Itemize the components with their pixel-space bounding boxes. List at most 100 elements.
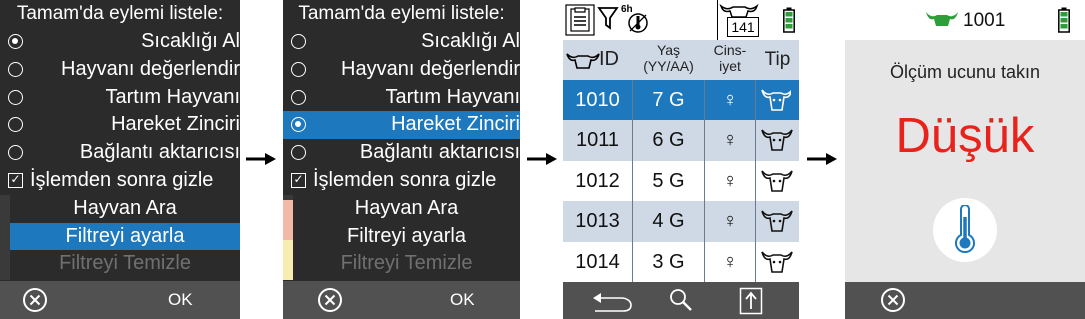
menu-item[interactable]: Hareket Zinciri: [283, 111, 520, 140]
softkey-bar: OK: [0, 281, 240, 319]
softkey-bar: [563, 282, 799, 319]
menu-item-label: Filtreyi ayarla: [347, 224, 466, 247]
cell-id: 1010: [575, 89, 620, 111]
menu-title: Tamam'da eylemi listele:: [0, 0, 240, 28]
cell-sex: ♀: [722, 169, 738, 192]
menu-item[interactable]: Hayvan Ara: [293, 194, 520, 223]
menu-item[interactable]: Sıcaklığı Al: [283, 28, 520, 56]
ok-button[interactable]: OK: [450, 281, 475, 319]
menu-item-label: Hayvan Ara: [354, 196, 459, 219]
menu-item[interactable]: Hayvanı değerlendir: [0, 55, 240, 84]
radio-button[interactable]: [8, 145, 23, 161]
menu-item[interactable]: Hayvanı değerlendir: [283, 55, 520, 84]
checkbox[interactable]: ✓: [291, 172, 306, 188]
menu-item[interactable]: ✓ İşlemden sonra gizle: [0, 166, 240, 195]
menu-item[interactable]: Tartım Hayvanı: [283, 83, 520, 112]
menu-item[interactable]: Filtreyi ayarla: [293, 222, 520, 251]
column-divider: [632, 80, 633, 282]
scrollbar-thumb[interactable]: [791, 80, 795, 102]
table-row[interactable]: 1014 3 G ♀: [563, 241, 799, 282]
radio-button[interactable]: [291, 145, 306, 161]
menu-item-label: İşlemden sonra gizle: [30, 168, 214, 191]
status-bar: 1001: [845, 0, 1085, 40]
table-row[interactable]: 1013 4 G ♀: [563, 201, 799, 242]
checkbox[interactable]: ✓: [8, 172, 23, 188]
status-divider: [717, 0, 718, 40]
menu-item-label: Hayvanı değerlendir: [61, 57, 240, 80]
menu-item[interactable]: Bağlantı aktarıcısı: [283, 139, 520, 167]
menu-item-label: Tartım Hayvanı: [105, 85, 240, 108]
temperature-probe-icon: [628, 13, 648, 33]
table-row[interactable]: 1012 5 G ♀: [563, 160, 799, 202]
cell-age: 6 G: [652, 129, 685, 152]
menu-item-label: Hayvanı değerlendir: [341, 57, 520, 80]
flow-arrow-icon: [807, 153, 837, 165]
radio-button[interactable]: [8, 117, 23, 133]
cell-id: 1012: [575, 169, 620, 192]
cow-head-icon: [761, 129, 793, 152]
status-bar: 6h 141: [563, 0, 799, 40]
cow-head-icon: [926, 12, 958, 26]
ok-button[interactable]: OK: [168, 281, 193, 319]
animal-list-panel: 6h 141 ID Yaş (YY/AA) Cins- iyet Tip 101…: [563, 0, 799, 319]
menu-item-label: Sıcaklığı Al: [141, 30, 240, 52]
menu-item[interactable]: Sıcaklığı Al: [0, 28, 240, 56]
animal-count: 141: [727, 17, 759, 37]
search-icon[interactable]: [668, 287, 694, 313]
menu-title: Tamam'da eylemi listele:: [283, 0, 520, 28]
menu-item[interactable]: Hareket Zinciri: [0, 111, 240, 140]
radio-button[interactable]: [8, 89, 23, 105]
action-menu-list: Sıcaklığı Al Hayvanı değerlendir Tartım Ha…: [0, 28, 240, 279]
radio-button[interactable]: [291, 117, 306, 133]
menu-item-label: Hareket Zinciri: [111, 113, 240, 136]
upload-icon[interactable]: [739, 287, 763, 315]
cell-age: 7 G: [652, 89, 685, 111]
filter-icon: [597, 7, 619, 30]
radio-button[interactable]: [8, 34, 23, 49]
flow-arrow-icon: [246, 153, 276, 165]
column-header-age[interactable]: Yaş (YY/AA): [633, 40, 704, 80]
menu-item[interactable]: Filtreyi Temizle: [10, 250, 240, 279]
table-row[interactable]: 1011 6 G ♀: [563, 120, 799, 161]
menu-item-label: Bağlantı aktarıcısı: [359, 141, 520, 164]
table-row[interactable]: 1010 7 G ♀: [563, 80, 799, 121]
menu-panel-2: Tamam'da eylemi listele: Sıcaklığı Al Hay…: [283, 0, 520, 319]
battery-icon: [1058, 7, 1070, 33]
cancel-circle-icon[interactable]: [317, 287, 343, 313]
cell-id: 1014: [575, 250, 620, 273]
softkey-bar: OK: [283, 281, 520, 319]
column-header-sex[interactable]: Cins- iyet: [705, 40, 755, 80]
menu-item-label: Filtreyi Temizle: [59, 252, 191, 275]
instruction-text: Ölçüm ucunu takın: [889, 62, 1041, 82]
cell-sex: ♀: [722, 210, 738, 233]
cancel-circle-icon[interactable]: [22, 287, 48, 313]
column-header-type[interactable]: Tip: [756, 40, 799, 80]
back-arrow-icon[interactable]: [591, 290, 635, 314]
menu-item[interactable]: Filtreyi Temizle: [293, 250, 520, 279]
flow-arrow-icon: [527, 153, 557, 165]
battery-icon: [783, 7, 795, 33]
column-divider: [755, 80, 756, 282]
menu-item-label: Hareket Zinciri: [391, 113, 520, 136]
cancel-circle-icon[interactable]: [880, 287, 906, 313]
menu-item-label: Tartım Hayvanı: [385, 85, 520, 108]
menu-item[interactable]: Tartım Hayvanı: [0, 83, 240, 112]
animal-table-body: 1010 7 G ♀ 1011 6 G ♀ 1012 5 G ♀ 1013 4 G ♀ 1014 3 G ♀: [563, 80, 799, 282]
cow-head-icon: [566, 53, 600, 69]
radio-button[interactable]: [291, 34, 306, 49]
radio-button[interactable]: [291, 61, 306, 77]
menu-item[interactable]: Filtreyi ayarla: [10, 222, 240, 251]
menu-item[interactable]: Bağlantı aktarıcısı: [0, 139, 240, 167]
radio-button[interactable]: [8, 61, 23, 77]
menu-item-label: Filtreyi ayarla: [65, 224, 185, 247]
menu-item[interactable]: Hayvan Ara: [10, 194, 240, 223]
cell-id: 1011: [575, 129, 619, 152]
table-header: ID Yaş (YY/AA) Cins- iyet Tip: [563, 40, 799, 80]
menu-item-label: İşlemden sonra gizle: [313, 168, 497, 191]
column-header-id[interactable]: ID: [563, 40, 632, 80]
cell-sex: ♀: [722, 250, 738, 273]
radio-button[interactable]: [291, 89, 306, 105]
menu-item[interactable]: ✓ İşlemden sonra gizle: [283, 166, 520, 195]
thermometer-icon: [955, 205, 975, 254]
column-divider: [704, 80, 705, 282]
